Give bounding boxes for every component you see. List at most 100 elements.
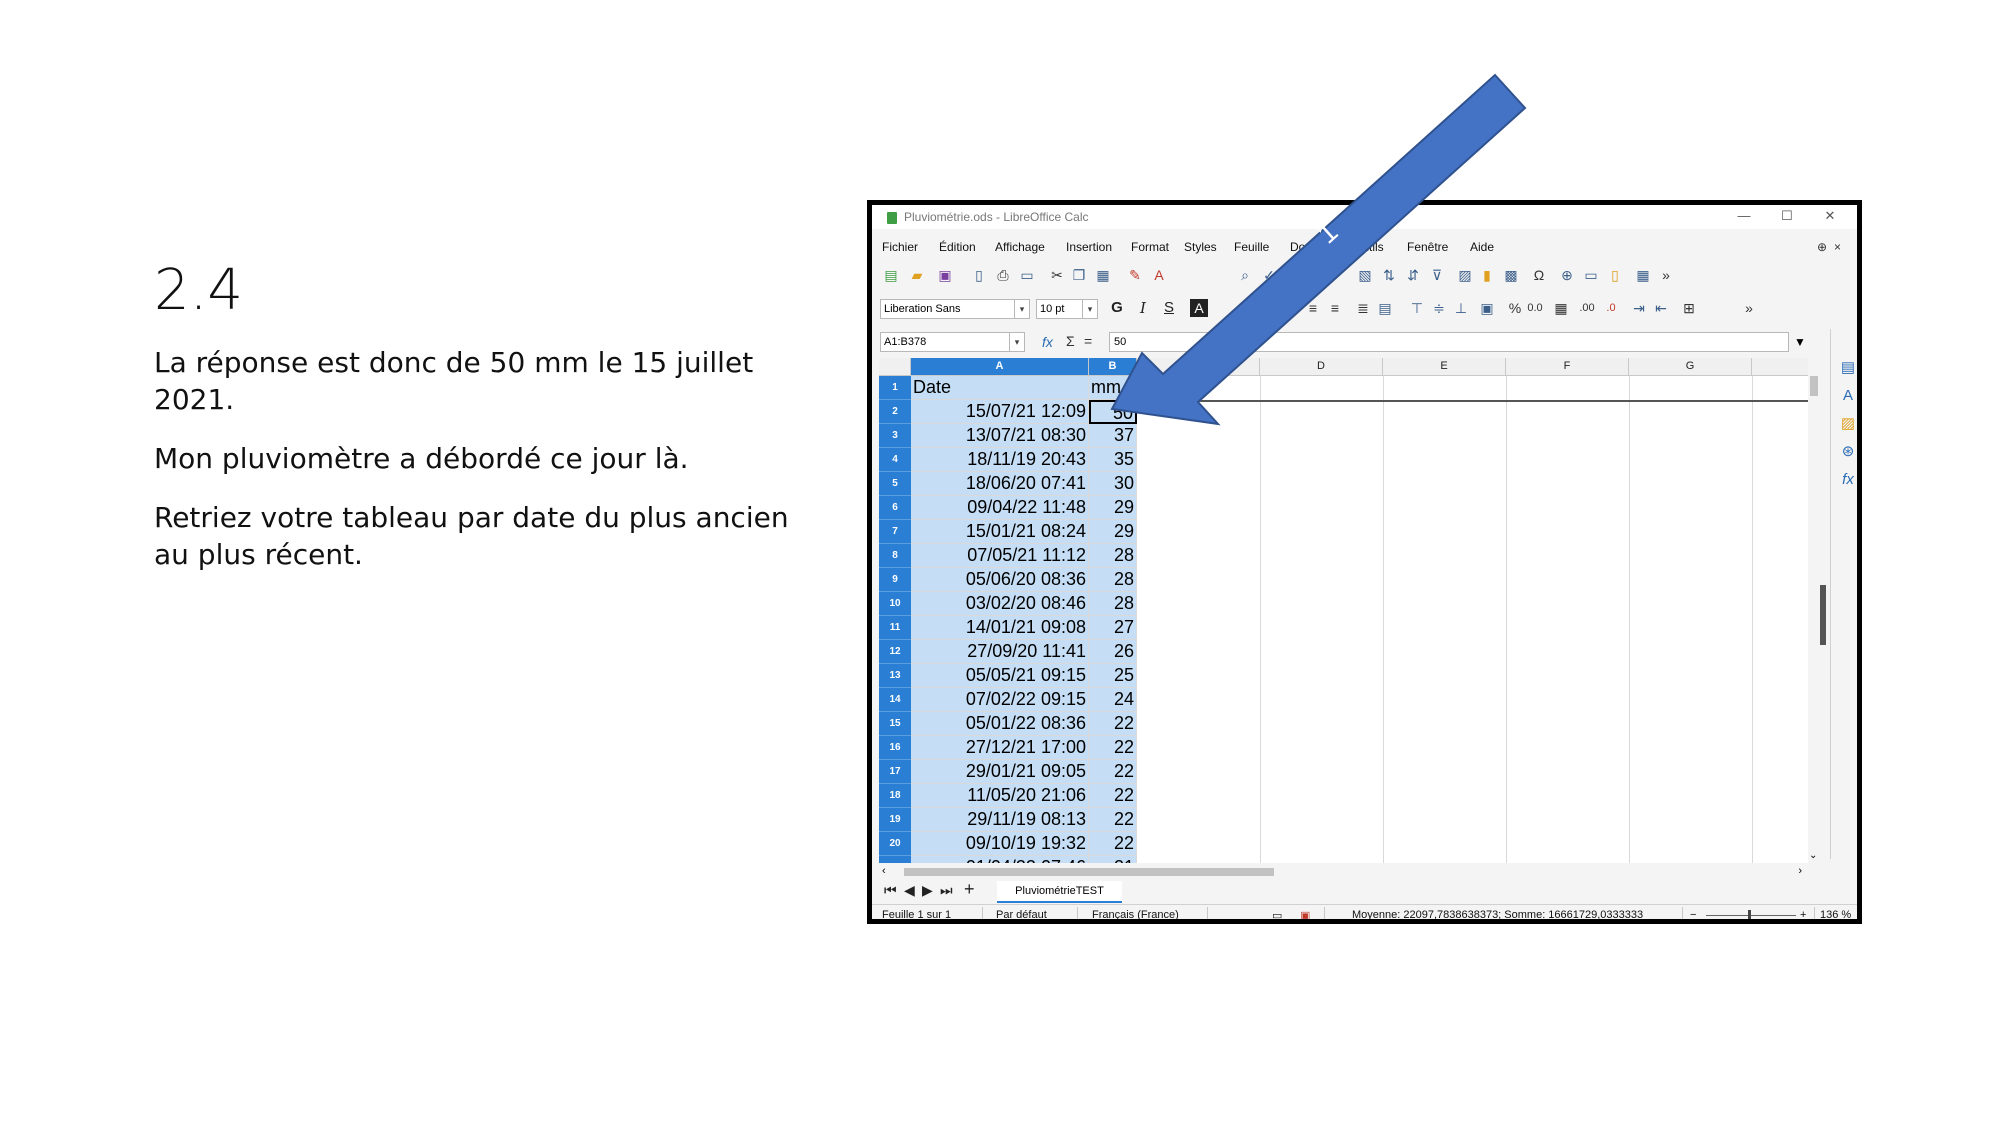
last-sheet-icon[interactable]: ⏭ <box>940 882 953 899</box>
row-header[interactable]: 10 <box>879 592 911 616</box>
column-icon[interactable]: ▥ <box>1318 266 1336 284</box>
column-header-h[interactable] <box>1752 358 1808 376</box>
center-vertically-icon[interactable]: ≑ <box>1430 299 1448 317</box>
find-replace-icon[interactable]: ⌕ <box>1236 266 1254 284</box>
bold-button[interactable]: G <box>1108 299 1126 317</box>
row-header[interactable]: 6 <box>879 496 911 520</box>
copy-icon[interactable]: ❐ <box>1070 266 1088 284</box>
row-header[interactable]: 8 <box>879 544 911 568</box>
comment-icon[interactable]: ▭ <box>1582 266 1600 284</box>
date-cell[interactable]: 13/07/21 08:30 <box>911 424 1089 448</box>
mm-cell[interactable]: 22 <box>1089 832 1137 856</box>
chevron-down-icon[interactable]: ▾ <box>1009 333 1024 351</box>
open-folder-icon[interactable]: ▰ <box>908 266 926 284</box>
chevron-down-icon[interactable]: ▾ <box>1014 300 1029 318</box>
row-header[interactable]: 21 <box>879 856 911 863</box>
sort-ascending-icon[interactable]: ⇅ <box>1380 266 1398 284</box>
menu-aide[interactable]: Aide <box>1470 240 1494 254</box>
zoom-slider[interactable] <box>1706 915 1796 916</box>
first-sheet-icon[interactable]: ⏮ <box>884 882 897 899</box>
column-header-a[interactable]: A <box>911 358 1089 376</box>
row-header[interactable]: 5 <box>879 472 911 496</box>
row-header[interactable]: 11 <box>879 616 911 640</box>
column-header-e[interactable]: E <box>1383 358 1506 376</box>
date-cell[interactable]: 18/06/20 07:41 <box>911 472 1089 496</box>
menu-fichier[interactable]: Fichier <box>882 240 918 254</box>
mm-cell[interactable]: 22 <box>1089 712 1137 736</box>
number-format-icon[interactable]: 0.0 <box>1526 299 1544 317</box>
sidebar-collapse-handle[interactable] <box>1820 585 1826 645</box>
properties-icon[interactable]: ▤ <box>1839 359 1857 377</box>
mm-cell[interactable]: 37 <box>1089 424 1137 448</box>
mm-cell[interactable]: 28 <box>1089 592 1137 616</box>
paste-icon[interactable]: ▦ <box>1094 266 1112 284</box>
date-cell[interactable]: 07/05/21 11:12 <box>911 544 1089 568</box>
next-sheet-icon[interactable]: ▶ <box>922 882 933 899</box>
header-footer-icon[interactable]: ▯ <box>1606 266 1624 284</box>
row-header[interactable]: 3 <box>879 424 911 448</box>
maximize-button[interactable]: ☐ <box>1777 208 1797 226</box>
mm-cell[interactable]: 22 <box>1089 784 1137 808</box>
mm-cell[interactable]: 35 <box>1089 448 1137 472</box>
vertical-scrollbar[interactable]: ⌄ <box>1808 358 1820 863</box>
mm-cell[interactable]: 22 <box>1089 808 1137 832</box>
row-header[interactable]: 18 <box>879 784 911 808</box>
align-bottom-icon[interactable]: ⊥ <box>1452 299 1470 317</box>
print-icon[interactable]: ⎙ <box>994 266 1012 284</box>
date-cell[interactable]: 15/07/21 12:09 <box>911 400 1089 424</box>
mm-cell[interactable]: 24 <box>1089 688 1137 712</box>
save-icon[interactable]: ▣ <box>936 266 954 284</box>
header-cell-mm[interactable]: mm <box>1089 376 1137 400</box>
clone-format-icon[interactable]: ✎ <box>1126 266 1144 284</box>
expand-formula-icon[interactable]: ▼ <box>1794 335 1806 349</box>
cut-icon[interactable]: ✂ <box>1048 266 1066 284</box>
zoom-out-icon[interactable]: − <box>1690 909 1696 919</box>
function-wizard-icon[interactable]: fx <box>1042 334 1053 350</box>
delete-decimal-icon[interactable]: .0 <box>1602 299 1620 317</box>
print-preview-icon[interactable]: ▭ <box>1018 266 1036 284</box>
name-box[interactable]: A1:B378 ▾ <box>880 332 1025 352</box>
mm-cell[interactable]: 26 <box>1089 640 1137 664</box>
row-icon[interactable]: ▦ <box>1286 266 1304 284</box>
date-cell[interactable]: 09/04/22 11:48 <box>911 496 1089 520</box>
currency-format-icon[interactable]: ▣ <box>1478 299 1496 317</box>
minimize-button[interactable]: — <box>1734 208 1754 226</box>
mm-cell[interactable]: 28 <box>1089 544 1137 568</box>
align-center-icon[interactable]: ≡ <box>1304 299 1322 317</box>
wrap-text-icon[interactable]: ≣ <box>1354 299 1372 317</box>
zoom-in-icon[interactable]: + <box>1800 909 1806 919</box>
sort-descending-icon[interactable]: ⇵ <box>1404 266 1422 284</box>
row-header[interactable]: 14 <box>879 688 911 712</box>
sum-icon[interactable]: Σ <box>1066 333 1075 349</box>
date-cell[interactable]: 18/11/19 20:43 <box>911 448 1089 472</box>
menu-format[interactable]: Format <box>1131 240 1169 254</box>
special-character-icon[interactable]: Ω <box>1530 266 1548 284</box>
column-header-c[interactable]: C <box>1137 358 1260 376</box>
date-cell[interactable]: 29/11/19 08:13 <box>911 808 1089 832</box>
mm-cell[interactable]: 25 <box>1089 664 1137 688</box>
autofilter-icon[interactable]: ⊽ <box>1428 266 1446 284</box>
horizontal-scrollbar[interactable]: ‹ › <box>879 865 1808 879</box>
menu-edition[interactable]: Édition <box>939 240 976 254</box>
freeze-rows-icon[interactable]: ▦ <box>1634 266 1652 284</box>
selection-mode-icon[interactable]: ▭ <box>1272 909 1282 919</box>
align-right-icon[interactable]: ≡ <box>1326 299 1344 317</box>
more-options-icon[interactable]: » <box>1740 299 1758 317</box>
chevron-down-icon[interactable]: ▾ <box>1082 300 1097 318</box>
scroll-down-icon[interactable]: ⌄ <box>1809 850 1817 861</box>
row-header[interactable]: 13 <box>879 664 911 688</box>
date-cell[interactable]: 03/02/20 08:46 <box>911 592 1089 616</box>
date-cell[interactable]: 09/10/19 19:32 <box>911 832 1089 856</box>
date-cell[interactable]: 14/01/21 09:08 <box>911 616 1089 640</box>
navigator-icon[interactable]: ⊛ <box>1839 443 1857 461</box>
font-size-box[interactable]: 10 pt ▾ <box>1036 299 1098 319</box>
sheet-tab-pluviometrietest[interactable]: PluviométrieTEST <box>997 881 1122 903</box>
font-name-box[interactable]: Liberation Sans ▾ <box>880 299 1030 319</box>
date-format-icon[interactable]: ▦ <box>1552 299 1570 317</box>
date-cell[interactable]: 11/05/20 21:06 <box>911 784 1089 808</box>
formula-input[interactable]: 50 <box>1109 332 1789 352</box>
spreadsheet-grid[interactable]: A B C D E F G 1 Date mm 2 15/07/21 12:09 5… <box>879 358 1808 863</box>
spelling-icon[interactable]: ✓ <box>1260 266 1278 284</box>
zoom-slider-handle[interactable] <box>1748 910 1751 919</box>
previous-sheet-icon[interactable]: ◀ <box>904 882 915 899</box>
